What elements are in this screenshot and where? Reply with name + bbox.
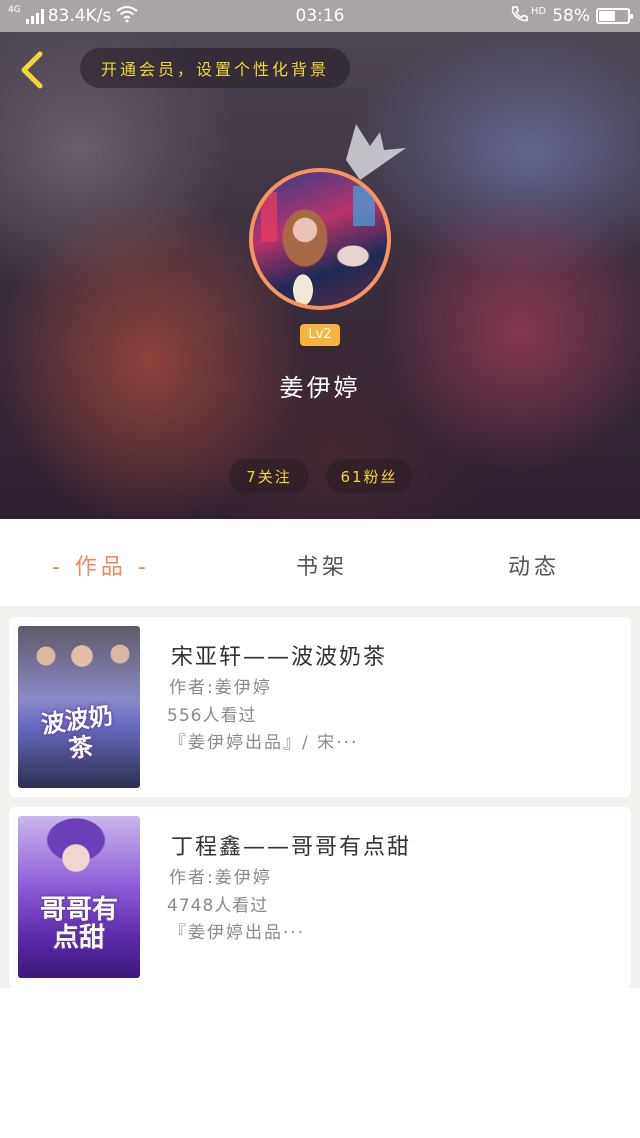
book-title[interactable]: 宋亚轩——波波奶茶 <box>171 639 387 671</box>
book-card[interactable]: 哥哥有点甜 丁程鑫——哥哥有点甜 作者:姜伊婷 4748人看过 『姜伊婷出品··… <box>9 807 631 988</box>
avatar[interactable] <box>249 168 391 310</box>
book-title[interactable]: 丁程鑫——哥哥有点甜 <box>171 829 411 861</box>
cover-title-art: 波波奶茶 <box>39 700 115 764</box>
hd-label: HD <box>530 6 547 17</box>
book-cover[interactable]: 波波奶茶 <box>18 626 140 788</box>
book-description: 『姜伊婷出品』/ 宋··· <box>169 733 359 753</box>
battery-icon <box>596 8 633 24</box>
battery-fill <box>599 11 616 21</box>
works-list: 波波奶茶 宋亚轩——波波奶茶 作者:姜伊婷 556人看过 『姜伊婷出品』/ 宋·… <box>0 606 640 988</box>
chevron-left-icon <box>21 51 43 89</box>
book-views: 556人看过 <box>167 706 257 726</box>
book-cover[interactable]: 哥哥有点甜 <box>18 816 140 978</box>
profile-header: 开通会员，设置个性化背景 Lv2 姜伊婷 7关注 61粉丝 <box>0 32 640 519</box>
book-card[interactable]: 波波奶茶 宋亚轩——波波奶茶 作者:姜伊婷 556人看过 『姜伊婷出品』/ 宋·… <box>9 617 631 797</box>
cover-title-art: 哥哥有点甜 <box>39 895 118 953</box>
user-name: 姜伊婷 <box>279 374 361 402</box>
status-bar: 4G 83.4K/s 03:16 HD 58% <box>0 0 640 32</box>
back-button[interactable] <box>14 48 54 92</box>
status-right: HD 58% <box>509 0 633 32</box>
book-views: 4748人看过 <box>167 896 269 916</box>
tab-feed[interactable]: 动态 <box>508 549 560 581</box>
vip-banner[interactable]: 开通会员，设置个性化背景 <box>80 48 350 88</box>
level-badge: Lv2 <box>300 324 340 346</box>
call-icon <box>509 4 531 29</box>
fans-count[interactable]: 61粉丝 <box>326 459 412 493</box>
tab-works[interactable]: - 作品 - <box>52 549 150 581</box>
battery-percent: 58% <box>552 6 590 26</box>
book-author: 作者:姜伊婷 <box>169 868 272 888</box>
book-author: 作者:姜伊婷 <box>169 678 272 698</box>
book-description: 『姜伊婷出品··· <box>169 923 306 943</box>
profile-tabs: - 作品 - 书架 动态 <box>0 519 640 606</box>
following-count[interactable]: 7关注 <box>229 459 309 493</box>
crown-icon <box>346 124 406 180</box>
tab-bookshelf[interactable]: 书架 <box>296 549 348 581</box>
